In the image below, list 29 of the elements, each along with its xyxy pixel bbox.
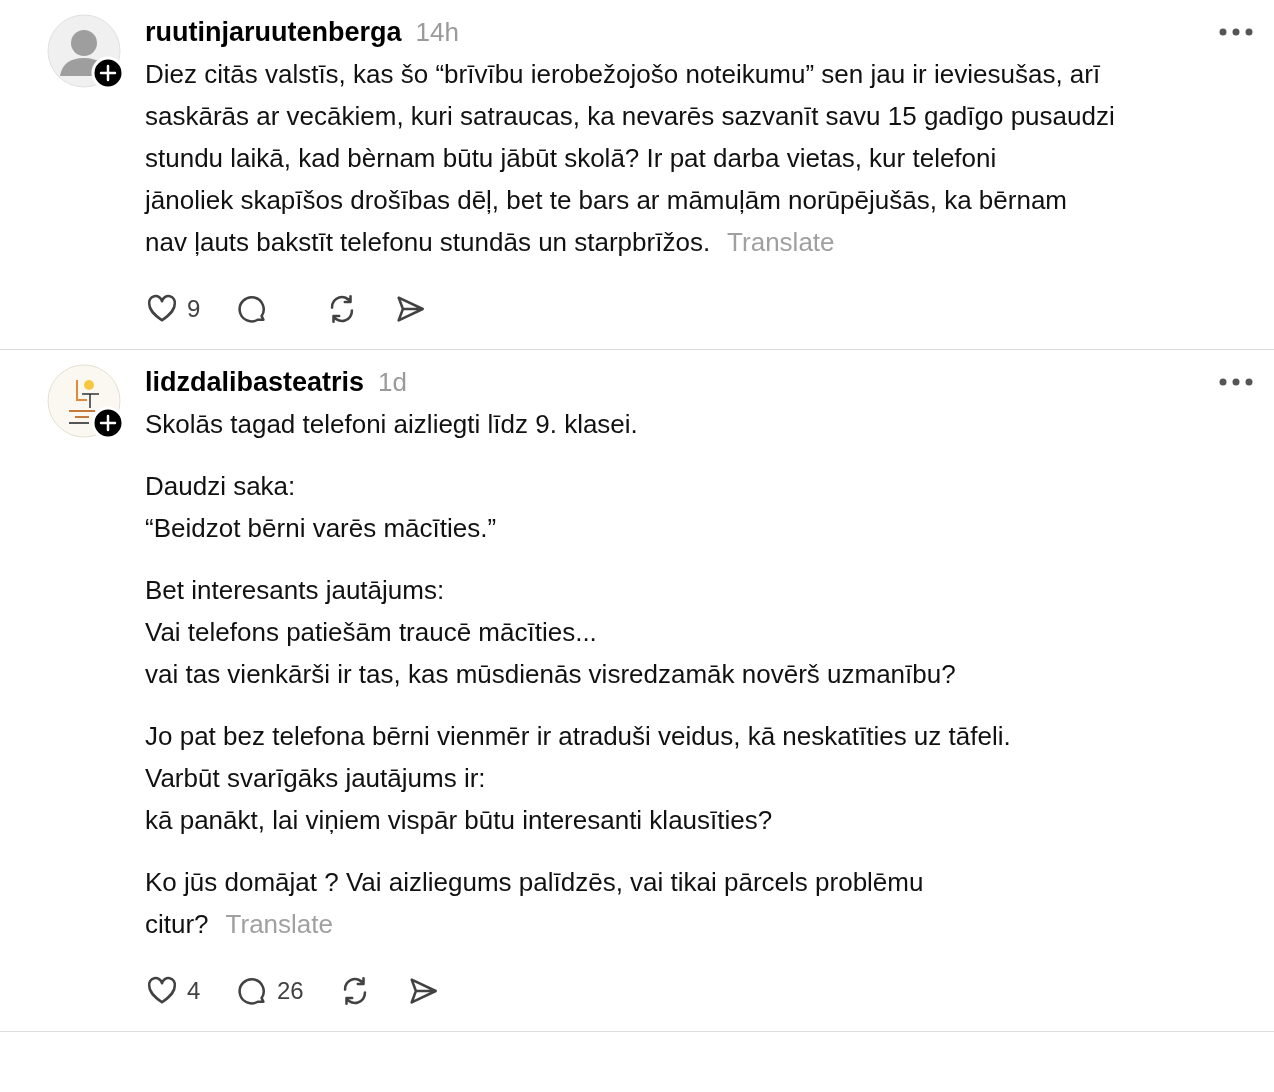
more-icon[interactable] [1218, 377, 1254, 387]
more-icon[interactable] [1218, 27, 1254, 37]
post-text: saskārās ar vecākiem, kuri satraucas, ka nevarēs sazvanīt savu 15 gadīgo pusaudzi [145, 100, 1116, 133]
post-text: Vai telefons patiešām traucē mācīties... [145, 616, 598, 649]
follow-icon[interactable] [91, 56, 125, 90]
post-text: Ko jūs domājat ? Vai aizliegums palīdzēs, vai tikai pārcels problēmu [145, 866, 925, 899]
post-text: Daudzi saka: [145, 470, 297, 503]
post-text: nav ļauts bakstīt telefonu stundās un starpbrīžos. [145, 226, 711, 259]
post-text: jānoliek skapīšos drošības dēļ, bet te bars ar māmuļām norūpējušās, ka bērnam [145, 184, 1069, 217]
post-text: Skolās tagad telefoni aizliegti līdz 9. klasei. [145, 408, 639, 441]
post-text: Bet interesants jautājums: [145, 574, 446, 607]
translate-link[interactable]: Translate [225, 903, 333, 945]
post-text: stundu laikā, kad bèrnam būtu jābūt skolā? Ir pat darba vietas, kur telefoni [145, 142, 998, 175]
username[interactable]: ruutinjaruutenberga [145, 11, 402, 53]
post-text: kā panākt, lai viņiem vispār būtu interesanti klausīties? [145, 804, 774, 837]
post-time[interactable]: 14h [415, 12, 459, 52]
post-text: vai tas vienkārši ir tas, kas mūsdienās visredzamāk novērš uzmanību? [145, 658, 957, 691]
post-text: citur? [145, 908, 209, 941]
translate-link[interactable]: Translate [727, 221, 835, 263]
post-time[interactable]: 1d [378, 362, 407, 402]
like-count: 9 [187, 294, 201, 324]
post-text: Jo pat bez telefona bērni vienmēr ir atraduši veidus, kā neskatīties uz tāfeli. [145, 720, 1012, 753]
post-text: Varbūt svarīgāks jautājums ir: [145, 762, 487, 795]
comment-count: 26 [277, 976, 304, 1006]
like-count: 4 [187, 976, 201, 1006]
username[interactable]: lidzdalibasteatris [145, 361, 365, 403]
follow-icon[interactable] [91, 406, 125, 440]
post-text: Diez citās valstīs, kas šo “brīvību ierobežojošo noteikumu” sen jau ir ieviesušas, arī [145, 58, 1102, 91]
post-text: “Beidzot bērni varēs mācīties.” [145, 512, 498, 545]
